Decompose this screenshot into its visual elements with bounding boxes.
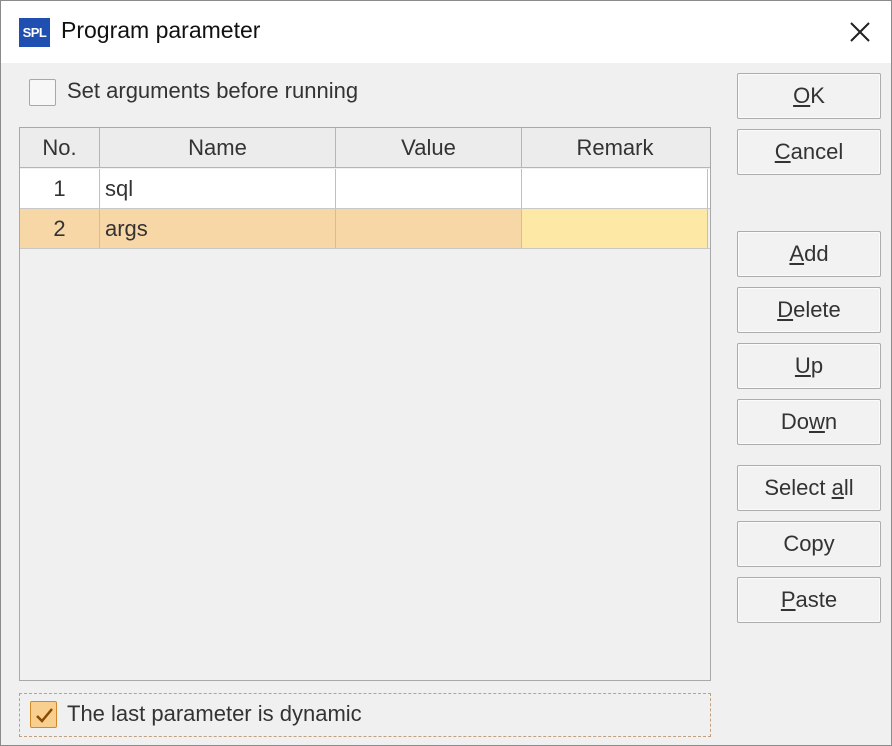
delete-button[interactable]: Delete	[737, 287, 881, 333]
add-mnemonic: A	[789, 241, 805, 266]
cell-remark[interactable]	[522, 209, 708, 248]
table-header: No. Name Value Remark	[20, 128, 710, 168]
table-row-selected[interactable]: 2 args	[20, 209, 710, 249]
down-label: Do	[780, 409, 809, 434]
ok-button[interactable]: OK	[737, 73, 881, 119]
header-no[interactable]: No.	[20, 128, 100, 168]
dynamic-option-row: The last parameter is dynamic	[19, 693, 711, 737]
up-button[interactable]: Up	[737, 343, 881, 389]
header-value[interactable]: Value	[336, 128, 522, 168]
cell-no[interactable]: 1	[20, 169, 100, 208]
select-all-label: Select	[764, 475, 832, 500]
select-all-mnemonic: a	[831, 475, 844, 500]
dynamic-checkbox[interactable]	[30, 701, 57, 728]
close-icon[interactable]	[841, 13, 879, 51]
program-parameter-dialog: SPL Program parameter Set arguments befo…	[0, 0, 892, 746]
set-arguments-checkbox[interactable]	[29, 79, 56, 106]
title-bar: SPL Program parameter	[1, 1, 891, 63]
add-button[interactable]: Add	[737, 231, 881, 277]
spl-app-icon: SPL	[19, 18, 50, 47]
delete-label-rest: elete	[793, 297, 841, 322]
cell-value[interactable]	[336, 169, 522, 208]
check-icon	[36, 708, 53, 723]
cell-name[interactable]: args	[100, 209, 336, 248]
paste-label-rest: aste	[795, 587, 838, 612]
set-arguments-label: Set arguments before running	[67, 78, 359, 103]
add-label-rest: dd	[804, 241, 829, 266]
parameter-table: No. Name Value Remark 1 sql 2 args	[19, 127, 711, 681]
cell-no[interactable]: 2	[20, 209, 100, 248]
table-row[interactable]: 1 sql	[20, 169, 710, 209]
ok-mnemonic: O	[793, 83, 811, 108]
paste-button[interactable]: Paste	[737, 577, 881, 623]
select-all-label-rest: ll	[843, 475, 854, 500]
select-all-button[interactable]: Select all	[737, 465, 881, 511]
paste-mnemonic: P	[780, 587, 796, 612]
dialog-content: Set arguments before running No. Name Va…	[1, 63, 891, 745]
cancel-label-rest: ancel	[790, 139, 844, 164]
cancel-button[interactable]: Cancel	[737, 129, 881, 175]
up-label-rest: p	[810, 353, 824, 378]
dialog-title: Program parameter	[61, 17, 261, 43]
header-remark[interactable]: Remark	[522, 128, 708, 168]
cell-remark[interactable]	[522, 169, 708, 208]
cancel-mnemonic: C	[774, 139, 791, 164]
cell-value[interactable]	[336, 209, 522, 248]
copy-label: Copy	[783, 531, 835, 556]
ok-label-rest: K	[810, 83, 825, 108]
cell-name[interactable]: sql	[100, 169, 336, 208]
down-label-rest: n	[824, 409, 838, 434]
down-button[interactable]: Down	[737, 399, 881, 445]
copy-button[interactable]: Copy	[737, 521, 881, 567]
delete-mnemonic: D	[777, 297, 794, 322]
dynamic-label: The last parameter is dynamic	[67, 701, 362, 726]
up-mnemonic: U	[794, 353, 811, 378]
down-mnemonic: w	[808, 409, 825, 434]
header-name[interactable]: Name	[100, 128, 336, 168]
